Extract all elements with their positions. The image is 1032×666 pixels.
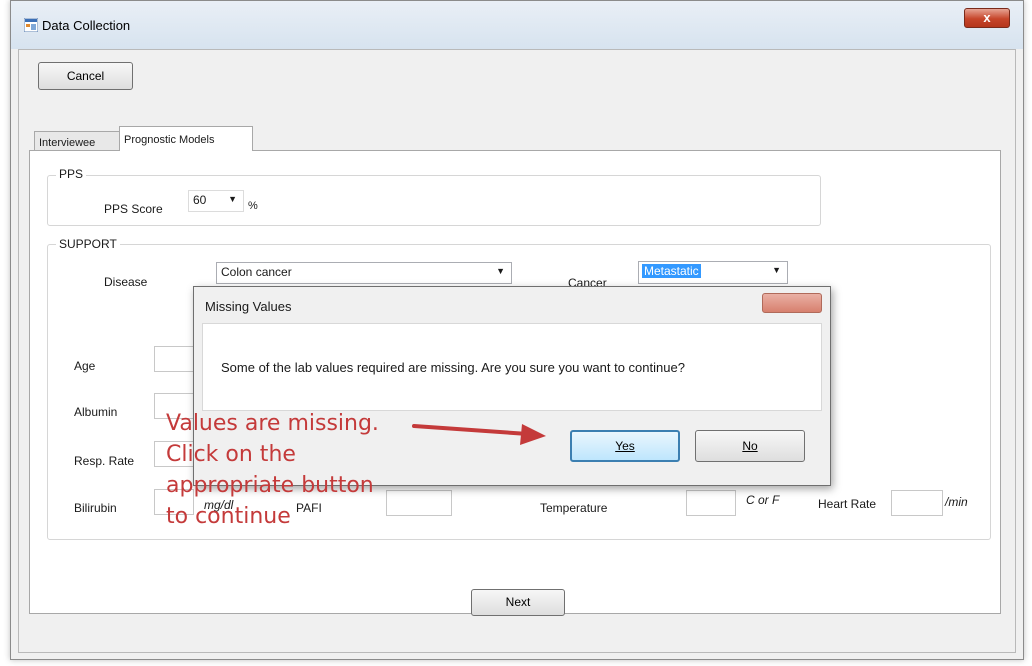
yes-button[interactable]: Yes	[570, 430, 680, 462]
age-field[interactable]	[154, 346, 194, 372]
window-title: Data Collection	[42, 18, 131, 33]
pps-group	[47, 175, 821, 226]
tab-interviewee[interactable]: Interviewee	[34, 131, 120, 151]
dialog-message: Some of the lab values required are miss…	[221, 360, 685, 375]
pps-score-value: 60	[193, 193, 207, 207]
title-bar: Data Collection x	[11, 1, 1023, 49]
resp-rate-label: Resp. Rate	[74, 454, 135, 468]
annotation-line: to continue	[166, 504, 291, 529]
annotation-text: Values are missing. Click on the appropr…	[166, 408, 466, 532]
disease-value: Colon cancer	[221, 265, 292, 279]
dialog-close-button[interactable]	[762, 293, 822, 313]
chevron-down-icon: ▼	[228, 194, 237, 204]
chevron-down-icon: ▼	[772, 265, 781, 275]
albumin-label: Albumin	[74, 405, 118, 419]
age-label: Age	[74, 359, 96, 373]
next-button[interactable]: Next	[471, 589, 565, 616]
pps-score-label: PPS Score	[104, 202, 163, 216]
annotation-line: appropriate button	[166, 473, 374, 498]
heart-rate-field[interactable]	[891, 490, 943, 516]
close-icon: x	[983, 10, 991, 25]
temperature-unit-label: C or F	[746, 493, 780, 507]
bilirubin-label: Bilirubin	[74, 501, 117, 515]
cancer-value: Metastatic	[642, 264, 701, 278]
temperature-label: Temperature	[540, 501, 608, 515]
no-button[interactable]: No	[695, 430, 805, 462]
app-window-icon	[24, 18, 38, 32]
cancel-button[interactable]: Cancel	[38, 62, 133, 90]
disease-label: Disease	[104, 275, 148, 289]
heart-rate-unit-label: /min	[945, 495, 968, 509]
pps-score-dropdown[interactable]: 60 ▼	[188, 190, 244, 212]
annotation-line: Click on the	[166, 442, 296, 467]
tab-prognostic-models[interactable]: Prognostic Models	[119, 126, 253, 151]
annotation-line: Values are missing.	[166, 411, 379, 436]
chevron-down-icon: ▼	[496, 266, 505, 276]
cancer-dropdown[interactable]: Metastatic ▼	[638, 261, 788, 284]
disease-dropdown[interactable]: Colon cancer ▼	[216, 262, 512, 284]
temperature-field[interactable]	[686, 490, 736, 516]
dialog-title: Missing Values	[205, 299, 292, 314]
dialog-message-area: Some of the lab values required are miss…	[202, 323, 822, 411]
pps-group-title: PPS	[56, 167, 87, 181]
support-group-title: SUPPORT	[56, 237, 120, 251]
window-close-button[interactable]: x	[964, 8, 1010, 28]
heart-rate-label: Heart Rate	[818, 497, 877, 511]
pps-unit-label: %	[248, 200, 258, 212]
